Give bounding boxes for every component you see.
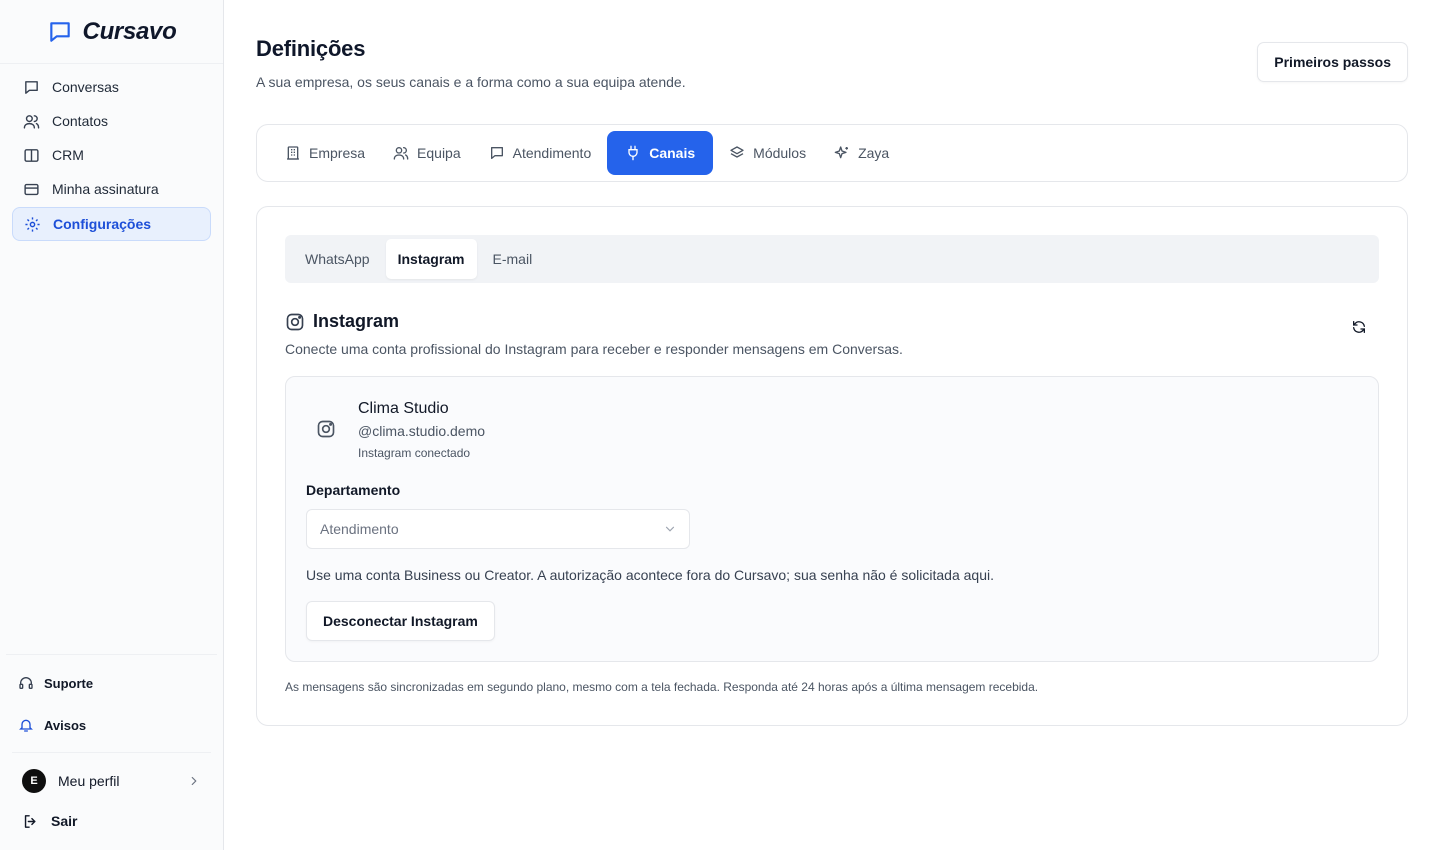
tab-label: Atendimento [512, 145, 592, 161]
page-subtitle: A sua empresa, os seus canais e a forma … [256, 74, 686, 90]
users-icon [23, 113, 40, 130]
department-value: Atendimento [320, 521, 399, 537]
layers-icon [729, 145, 745, 161]
sidebar-item-label: CRM [52, 147, 84, 163]
plug-icon [625, 145, 641, 161]
channel-tabs: WhatsApp Instagram E-mail [285, 235, 1379, 283]
chevron-right-icon [187, 774, 207, 788]
tab-label: Canais [649, 145, 696, 161]
disconnect-instagram-button[interactable]: Desconectar Instagram [306, 601, 495, 641]
account-help-text: Use uma conta Business ou Creator. A aut… [306, 567, 994, 583]
sidebar-item-conversas[interactable]: Conversas [12, 70, 211, 104]
section-title: Instagram [313, 311, 400, 331]
tab-label: Módulos [753, 145, 807, 161]
tab-atendimento[interactable]: Atendimento [477, 131, 604, 175]
brand[interactable]: Cursavo [0, 0, 223, 64]
tab-label: Zaya [858, 145, 890, 161]
sidebar-item-label: Configurações [53, 216, 152, 232]
users-icon [393, 145, 409, 161]
headset-icon [18, 675, 34, 691]
tab-empresa[interactable]: Empresa [273, 131, 377, 175]
sidebar-item-contatos[interactable]: Contatos [12, 104, 211, 138]
sidebar-item-configuracoes[interactable]: Configurações [12, 207, 211, 241]
sidebar: Cursavo Conversas Contatos CRM Minha ass… [0, 0, 224, 850]
sparkles-icon [834, 145, 850, 161]
support-label: Suporte [44, 675, 94, 691]
tab-canais[interactable]: Canais [607, 131, 714, 175]
tab-instagram[interactable]: Instagram [385, 239, 477, 279]
profile-label: Meu perfil [58, 773, 120, 789]
logout-label: Sair [51, 813, 78, 829]
support-link[interactable]: Suporte [6, 662, 217, 704]
account-name: Clima Studio [358, 400, 449, 417]
page-title: Definições [256, 36, 366, 61]
app-logo-text: Cursavo [82, 17, 177, 45]
sidebar-footer: Suporte Avisos E Meu perfil Sair [6, 654, 217, 841]
connected-account-card: Clima Studio @clima.studio.demo Instagra… [285, 376, 1379, 662]
instagram-icon [316, 419, 336, 439]
section-header: Instagram [285, 311, 399, 332]
sidebar-item-label: Minha assinatura [52, 181, 159, 197]
section-description: Conecte uma conta profissional do Instag… [285, 341, 903, 357]
sidebar-item-crm[interactable]: CRM [12, 138, 211, 172]
sync-footnote: As mensagens são sincronizadas em segund… [285, 680, 1039, 694]
tab-equipa[interactable]: Equipa [381, 131, 473, 175]
logout-icon [22, 813, 39, 830]
account-status: Instagram conectado [358, 446, 471, 460]
chevron-down-icon [663, 522, 677, 536]
tab-zaya[interactable]: Zaya [822, 131, 901, 175]
building-icon [285, 145, 301, 161]
columns-icon [23, 147, 40, 164]
sidebar-divider [12, 752, 211, 753]
sidebar-item-label: Contatos [52, 113, 109, 129]
tab-label: Equipa [417, 145, 461, 161]
gear-icon [24, 216, 41, 233]
profile-menu[interactable]: E Meu perfil [6, 761, 217, 801]
settings-tabs: Empresa Equipa Atendimento Canais Módulo… [256, 124, 1408, 182]
department-label: Departamento [306, 482, 401, 498]
instagram-icon [285, 312, 305, 332]
tab-modulos[interactable]: Módulos [717, 131, 818, 175]
account-handle: @clima.studio.demo [358, 423, 486, 439]
notices-link[interactable]: Avisos [6, 704, 217, 746]
tab-label: Empresa [309, 145, 366, 161]
logout-button[interactable]: Sair [6, 801, 217, 841]
sidebar-item-minha-assinatura[interactable]: Minha assinatura [12, 172, 211, 206]
chat-icon [489, 145, 505, 161]
sidebar-item-label: Conversas [52, 79, 119, 95]
chat-logo-icon [47, 19, 73, 45]
refresh-icon[interactable] [1351, 319, 1367, 335]
channels-panel: WhatsApp Instagram E-mail Instagram Cone… [256, 206, 1408, 726]
credit-card-icon [23, 181, 40, 198]
department-select[interactable]: Atendimento [306, 509, 690, 549]
chat-icon [23, 79, 40, 96]
tab-whatsapp[interactable]: WhatsApp [289, 239, 386, 279]
avatar: E [22, 769, 46, 793]
getting-started-button[interactable]: Primeiros passos [1257, 42, 1408, 82]
bell-icon [18, 717, 34, 733]
notices-label: Avisos [44, 717, 87, 733]
tab-email[interactable]: E-mail [477, 239, 549, 279]
sidebar-nav: Conversas Contatos CRM Minha assinatura … [0, 64, 223, 247]
